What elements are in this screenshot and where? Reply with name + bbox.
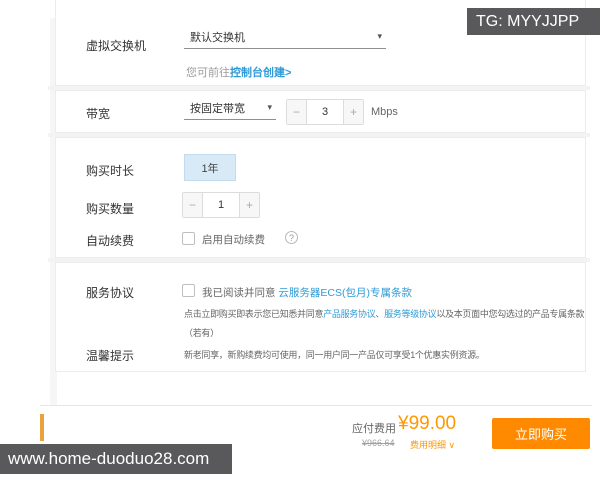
product-service-agreement-link[interactable]: 产品服务协议: [323, 309, 376, 319]
quantity-label: 购买数量: [86, 202, 135, 216]
auto-renew-checkbox[interactable]: [182, 232, 195, 245]
vswitch-label: 虚拟交换机: [86, 39, 147, 53]
agreement-read-text[interactable]: 我已阅读并同意: [202, 287, 276, 299]
checkout-bar: 应付费用 ¥99.00 ¥966.64 费用明细 ∨ 立即购买: [40, 405, 592, 451]
agreement-note: 点击立即购买即表示您已知悉并同意产品服务协议、服务等级协议以及本页面中您勾选过的…: [184, 305, 585, 343]
auto-renew-checkbox-label[interactable]: 启用自动续费: [202, 232, 265, 247]
vswitch-select[interactable]: 默认交换机 ▾: [184, 25, 386, 49]
buy-now-button[interactable]: 立即购买: [492, 418, 590, 449]
agreement-note-line2: （若有）: [184, 328, 219, 338]
duration-label: 购买时长: [86, 164, 135, 178]
bandwidth-value-input[interactable]: 3: [306, 100, 344, 124]
quantity-stepper: − 1 +: [182, 192, 260, 218]
watermark-bottom-left: www.home-duoduo28.com: [0, 444, 232, 474]
chevron-down-icon: ▾: [267, 102, 272, 112]
agreement-checkbox[interactable]: [182, 284, 195, 297]
help-icon[interactable]: ?: [285, 231, 298, 244]
quantity-value-input[interactable]: 1: [202, 193, 240, 217]
chevron-down-icon: ▾: [377, 31, 382, 41]
bandwidth-mode-value: 按固定带宽: [190, 102, 245, 115]
ecs-terms-link[interactable]: 云服务器ECS(包月)专属条款: [278, 287, 412, 299]
watermark-top-right: TG: MYYJJPP: [467, 8, 600, 35]
vswitch-hint: 您可前往控制台创建>: [186, 64, 291, 80]
quantity-increase-button[interactable]: +: [240, 193, 259, 217]
agreement-label: 服务协议: [86, 286, 135, 300]
console-create-link[interactable]: 控制台创建>: [230, 67, 291, 79]
payable-label: 应付费用: [352, 423, 396, 435]
accent-bar: [40, 414, 44, 441]
payable-amount: ¥99.00: [398, 413, 457, 434]
agreement-note-text: 点击立即购买即表示您已知悉并同意: [184, 309, 324, 319]
agreement-note-line1: 点击立即购买即表示您已知悉并同意产品服务协议、服务等级协议以及本页面中您勾选过的…: [184, 305, 585, 324]
auto-renew-label: 自动续费: [86, 234, 135, 248]
agreement-section: 服务协议 我已阅读并同意 云服务器ECS(包月)专属条款 点击立即购买即表示您已…: [55, 262, 586, 372]
quantity-decrease-button[interactable]: −: [183, 193, 202, 217]
bandwidth-unit: Mbps: [371, 106, 398, 118]
bandwidth-increase-button[interactable]: +: [344, 100, 363, 124]
agreement-note-tail: 以及本页面中您勾选过的产品专属条款: [436, 309, 585, 319]
vswitch-hint-text: 您可前往: [186, 67, 230, 79]
sla-agreement-link[interactable]: 服务等级协议: [384, 309, 437, 319]
bandwidth-stepper: − 3 +: [286, 99, 364, 125]
bandwidth-decrease-button[interactable]: −: [287, 100, 306, 124]
tips-text: 新老同享，新购续费均可使用，同一用户同一产品仅可享受1个优惠实例资源。: [184, 350, 485, 360]
bandwidth-section: 带宽 按固定带宽 ▾ − 3 + Mbps: [55, 90, 586, 133]
agreement-note-separator: 、: [375, 309, 385, 319]
tips-label: 温馨提示: [86, 349, 135, 363]
vswitch-selected-value: 默认交换机: [190, 31, 245, 44]
original-price: ¥966.64: [362, 438, 395, 448]
purchase-page: 虚拟交换机 默认交换机 ▾ 您可前往控制台创建> 带宽 按固定带宽 ▾ − 3 …: [0, 0, 600, 480]
bandwidth-mode-select[interactable]: 按固定带宽 ▾: [184, 96, 276, 120]
agreement-checkbox-text: 我已阅读并同意 云服务器ECS(包月)专属条款: [202, 285, 412, 300]
bandwidth-label: 带宽: [86, 107, 111, 121]
fee-detail-link[interactable]: 费用明细 ∨: [410, 438, 455, 451]
duration-option-1year[interactable]: 1年: [184, 154, 236, 181]
purchase-options-section: 购买时长 1年 购买数量 − 1 + 自动续费 启用自动续费 ?: [55, 137, 586, 258]
